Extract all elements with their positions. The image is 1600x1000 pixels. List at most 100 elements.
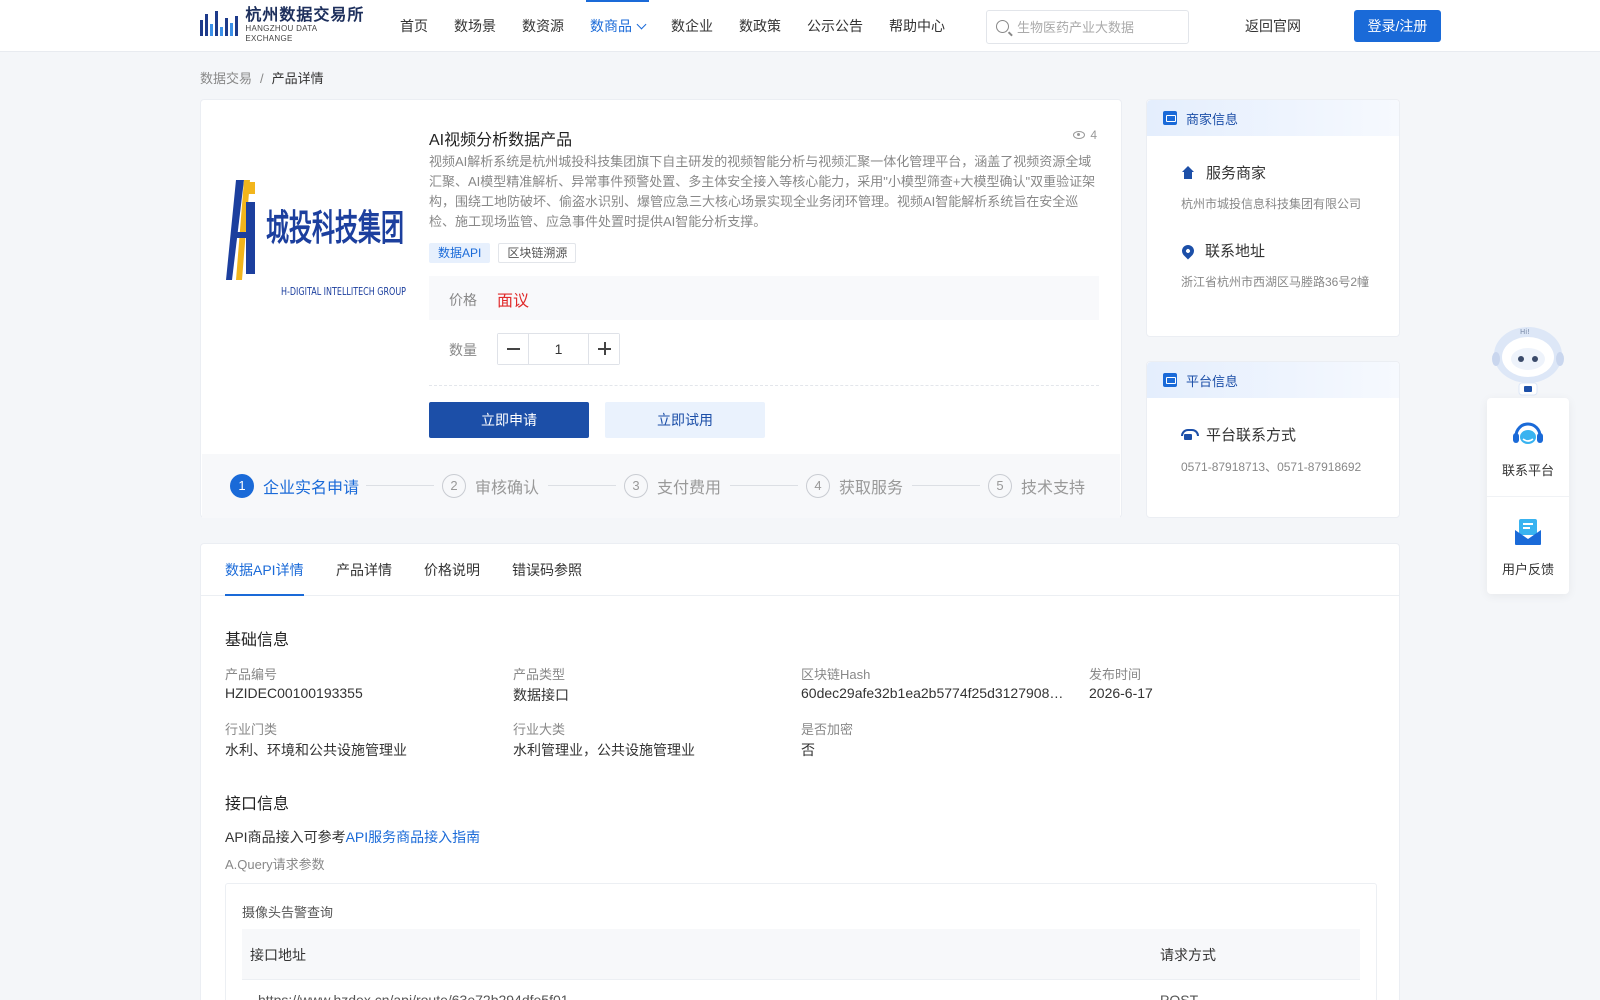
api-info-title: 接口信息 [225,796,290,813]
price-label: 价格 [449,292,477,308]
endpoint-url-value: https://www.hzdex.cn/api/route/63e72b294… [258,992,569,1000]
step-3: 3 支付费用 [624,474,721,498]
step-4: 4 获取服务 [806,474,903,498]
product-logo-image: 城投科技集团 H-DIGITAL INTELLITECH GROUP [226,180,406,298]
basic-info-title: 基础信息 [225,632,290,649]
step-connector [366,485,434,486]
nav-announcements[interactable]: 公示公告 [795,0,875,52]
contact-address-value: 浙江省杭州市西湖区马塍路36号2幢 [1181,275,1370,289]
step-label: 技术支持 [1021,480,1086,497]
api-endpoint-box: 摄像头告警查询 接口地址 请求方式 https://www.hzdex.cn/a… [225,883,1377,1000]
top-header: 杭州数据交易所 HANGZHOU DATA EXCHANGE 首页 数场景 数资… [0,0,1600,52]
breadcrumb: 数据交易 / 产品详情 [200,68,324,87]
api-guide-link[interactable]: API服务商品接入指南 [346,829,481,845]
table-row: https://www.hzdex.cn/api/route/63e72b294… [242,979,1360,1000]
tab-price-info[interactable]: 价格说明 [424,544,480,596]
search-input[interactable] [1017,11,1182,43]
nav-products[interactable]: 数商品 [578,0,657,52]
nav-home[interactable]: 首页 [388,0,440,52]
platform-contact-heading: 平台联系方式 [1181,424,1296,445]
step-connector [912,485,980,486]
logo-mark-icon [200,11,241,39]
service-merchant-title: 服务商家 [1206,165,1267,182]
minus-icon[interactable] [498,334,529,364]
product-type-value: 数据接口 [513,687,569,703]
publish-date-value: 2026-6-17 [1089,685,1153,701]
product-card: 城投科技集团 H-DIGITAL INTELLITECH GROUP AI视频分… [200,99,1122,518]
nav-enterprises[interactable]: 数企业 [659,0,725,52]
quantity-label: 数量 [449,342,477,358]
step-number: 1 [230,474,254,498]
blockchain-hash-label: 区块链Hash [801,667,871,682]
feedback-icon [1515,519,1541,545]
contact-platform-label: 联系平台 [1501,463,1554,478]
step-connector [548,485,616,486]
platform-info-card: 平台信息 平台联系方式 0571-87918713、0571-87918692 [1146,361,1400,518]
breadcrumb-root[interactable]: 数据交易 [200,71,252,86]
nav-scenes[interactable]: 数场景 [442,0,508,52]
industry-class-value: 水利管理业，公共设施管理业 [513,742,695,758]
nav-policies[interactable]: 数政策 [727,0,793,52]
view-count-value: 4 [1090,128,1097,142]
contact-address-heading: 联系地址 [1179,240,1265,261]
contact-platform-button[interactable]: 联系平台 [1487,398,1569,496]
site-logo[interactable]: 杭州数据交易所 HANGZHOU DATA EXCHANGE [200,6,365,43]
tag-blockchain: 区块链溯源 [498,243,577,263]
tab-product-details[interactable]: 产品详情 [336,544,392,596]
merchant-info-card: 商家信息 服务商家 杭州市城投信息科技集团有限公司 联系地址 浙江省杭州市西湖区… [1146,99,1400,337]
api-endpoint-title: 摄像头告警查询 [242,905,334,920]
floating-panel: 联系平台 用户反馈 [1487,398,1569,594]
api-table-header: 接口地址 请求方式 [242,929,1360,979]
request-method-value: POST [1160,992,1199,1000]
logo-subtitle: HANGZHOU DATA EXCHANGE [245,23,317,43]
nav-help[interactable]: 帮助中心 [877,0,957,52]
robot-badge: Hi! [1520,328,1530,336]
step-label: 支付费用 [657,480,722,497]
api-guide-prefix: API商品接入可参考 [225,829,346,845]
step-number: 5 [988,474,1012,498]
user-feedback-button[interactable]: 用户反馈 [1487,496,1569,594]
platform-info-header: 平台信息 [1147,362,1399,398]
step-number: 2 [442,474,466,498]
step-number: 4 [806,474,830,498]
platform-contact-value: 0571-87918713、0571-87918692 [1181,460,1362,474]
login-register-button[interactable]: 登录/注册 [1354,10,1441,42]
product-type-label: 产品类型 [513,667,566,682]
user-feedback-label: 用户反馈 [1501,562,1554,577]
back-to-site-link[interactable]: 返回官网 [1245,0,1301,52]
process-steps: 1 企业实名申请 2 审核确认 3 支付费用 4 获取服务 5 技术支持 [202,454,1120,518]
assistant-robot-icon[interactable]: Hi! [1489,325,1567,397]
merchant-info-title: 商家信息 [1186,111,1239,127]
step-5: 5 技术支持 [988,474,1085,498]
apply-now-button[interactable]: 立即申请 [429,402,589,438]
tag-data-api: 数据API [429,243,491,263]
view-count: 4 [1073,128,1097,142]
quantity-input[interactable]: 1 [529,334,588,364]
home-icon [1181,165,1195,180]
col-endpoint-url: 接口地址 [250,947,306,963]
store-icon [1163,111,1177,125]
nav-resources[interactable]: 数资源 [510,0,576,52]
product-title: AI视频分析数据产品 [429,132,573,149]
main-nav: 首页 数场景 数资源 数商品 数企业 数政策 公示公告 帮助中心 [388,0,959,52]
blockchain-hash-value: 60dec29afe32b1ea2b5774f25d3127908a… [801,685,1069,701]
platform-contact-title: 平台联系方式 [1206,427,1297,444]
phone-icon [1181,428,1199,441]
service-merchant-value: 杭州市城投信息科技集团有限公司 [1181,197,1362,211]
logo-title: 杭州数据交易所 [245,6,365,24]
detail-tabs: 数据API详情 产品详情 价格说明 错误码参照 [201,544,1399,596]
try-now-button[interactable]: 立即试用 [605,402,765,438]
col-request-method: 请求方式 [1160,947,1216,963]
product-tags: 数据API 区块链溯源 [429,243,584,263]
tab-error-codes[interactable]: 错误码参照 [512,544,582,596]
nav-products-label: 数商品 [590,18,632,34]
plus-icon[interactable] [588,334,619,364]
tab-api-details[interactable]: 数据API详情 [225,544,304,596]
step-2: 2 审核确认 [442,474,539,498]
headset-icon [1513,422,1543,444]
logo-text-en: H-DIGITAL INTELLITECH GROUP [281,285,406,298]
divider [429,385,1099,386]
quantity-stepper: 1 [497,333,620,365]
search-icon[interactable] [996,20,1009,33]
chevron-down-icon [636,19,647,30]
